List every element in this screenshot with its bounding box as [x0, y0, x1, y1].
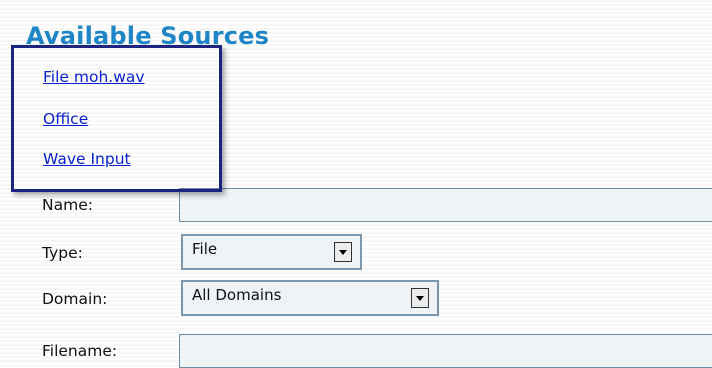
source-link-file-moh-wav[interactable]: File moh.wav: [43, 68, 145, 86]
type-select-value: File: [192, 240, 218, 258]
domain-label: Domain:: [42, 290, 108, 308]
chevron-down-icon: [339, 250, 347, 255]
type-select[interactable]: File: [181, 234, 362, 270]
chevron-down-icon: [416, 296, 424, 301]
source-link-office[interactable]: Office: [43, 110, 88, 128]
name-label: Name:: [42, 196, 93, 214]
type-dropdown-button[interactable]: [334, 242, 352, 262]
type-label: Type:: [42, 244, 83, 262]
filename-field[interactable]: [179, 334, 712, 368]
name-field[interactable]: [179, 188, 712, 222]
filename-label: Filename:: [42, 342, 118, 360]
domain-select[interactable]: All Domains: [181, 280, 439, 316]
available-sources-list: File moh.wav Office Wave Input: [11, 45, 222, 192]
source-link-wave-input[interactable]: Wave Input: [43, 150, 131, 168]
domain-select-value: All Domains: [192, 286, 282, 304]
domain-dropdown-button[interactable]: [411, 288, 429, 308]
